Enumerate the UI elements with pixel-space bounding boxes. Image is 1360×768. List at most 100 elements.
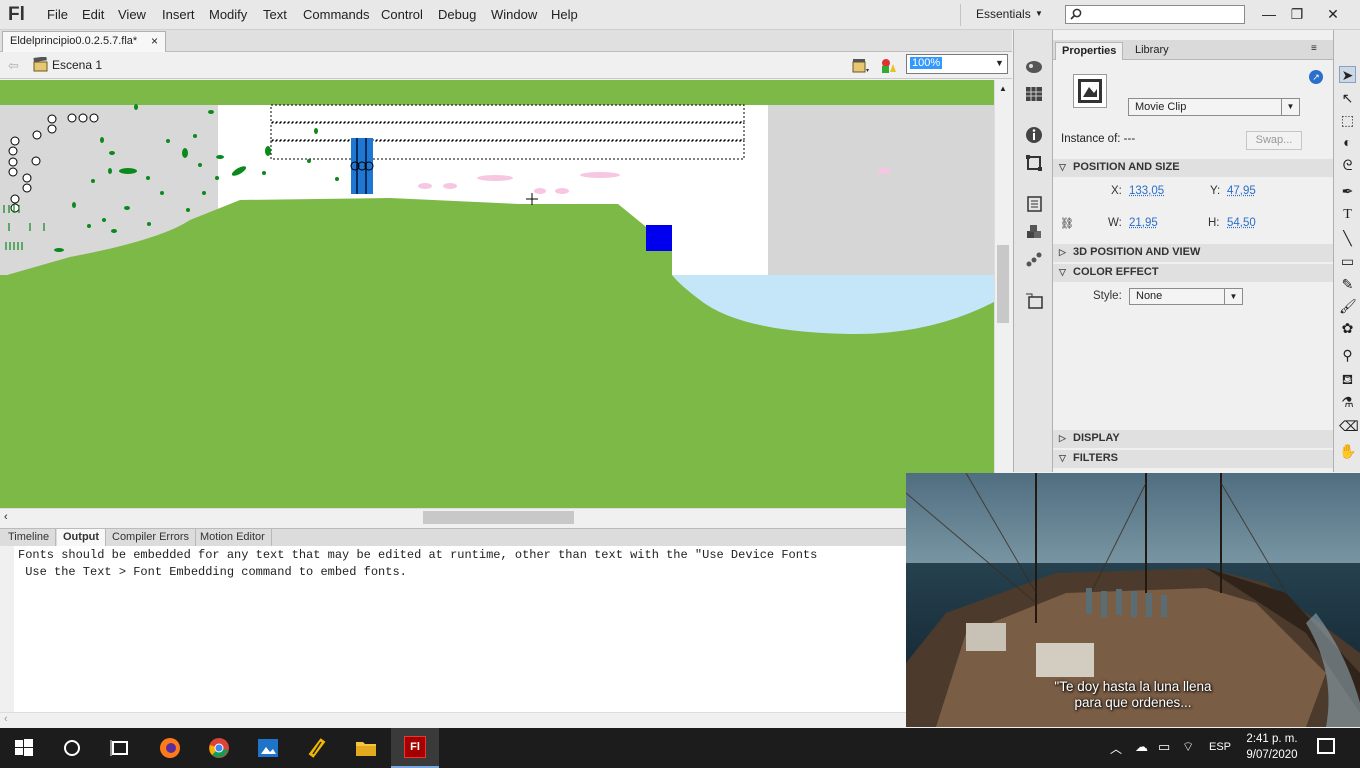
edit-scene-icon[interactable]	[880, 58, 898, 74]
line-tool-icon[interactable]: ╲	[1339, 230, 1356, 247]
project-icon[interactable]	[1025, 292, 1043, 310]
vertical-scroll-thumb[interactable]	[997, 245, 1009, 323]
brush-tool-icon[interactable]: 🖌	[1339, 298, 1357, 315]
section-3d-position[interactable]: ▷ 3D POSITION AND VIEW	[1053, 244, 1333, 262]
output-horizontal-scrollbar[interactable]: ‹	[0, 712, 906, 726]
help-icon[interactable]: ↗	[1309, 70, 1323, 84]
y-value[interactable]: 47,95	[1227, 185, 1256, 197]
network-app-icon[interactable]: ☁	[1135, 739, 1148, 755]
subselection-tool-icon[interactable]: ↖	[1339, 90, 1356, 107]
windows-start-icon[interactable]	[12, 736, 36, 760]
section-filters[interactable]: ▽ FILTERS	[1053, 450, 1333, 468]
scroll-up-icon[interactable]: ▲	[999, 84, 1007, 93]
close-tab-icon[interactable]: ×	[151, 34, 158, 48]
hand-tool-icon[interactable]: ✋	[1339, 443, 1356, 460]
wifi-off-icon[interactable]: ⌔	[1182, 739, 1194, 755]
eraser-tool-icon[interactable]: ⌫	[1339, 418, 1359, 435]
video-player-overlay[interactable]: "Te doy hasta la luna llena para que ord…	[906, 473, 1360, 727]
selected-movie-clip[interactable]	[351, 138, 373, 194]
app-icon[interactable]	[305, 736, 329, 760]
pen-tool-icon[interactable]: ✒	[1339, 183, 1356, 200]
firefox-icon[interactable]	[158, 736, 182, 760]
swatches-icon[interactable]	[1025, 85, 1043, 103]
task-view-icon[interactable]	[108, 736, 132, 760]
help-search-input[interactable]	[1065, 5, 1245, 24]
document-tab-bar: Eldelprincipio0.0.2.5.7.fla* ×	[0, 30, 1012, 52]
stage-canvas[interactable]	[0, 80, 994, 508]
rectangle-tool-icon[interactable]: ▭	[1339, 253, 1356, 270]
scroll-left-icon[interactable]: ‹	[4, 713, 8, 725]
flash-app-icon[interactable]: Fl	[404, 736, 426, 758]
link-icon[interactable]: ⛓	[1060, 217, 1074, 230]
color-icon[interactable]	[1025, 58, 1043, 76]
display-icon[interactable]: ▭	[1158, 739, 1170, 755]
output-panel[interactable]: Fonts should be embedded for any text th…	[0, 546, 906, 712]
components-icon[interactable]	[1025, 223, 1043, 241]
panel-menu-icon[interactable]: ≡	[1311, 43, 1317, 54]
back-arrow-icon[interactable]: ⇦	[8, 58, 19, 74]
file-explorer-icon[interactable]	[354, 736, 378, 760]
chevron-down-icon[interactable]: ▼	[1035, 9, 1043, 18]
symbol-type-dropdown[interactable]: Movie Clip ▼	[1128, 98, 1300, 116]
eyedropper-tool-icon[interactable]: ⚗	[1339, 394, 1356, 411]
actions-icon[interactable]	[1025, 195, 1043, 213]
section-color-effect[interactable]: ▽ COLOR EFFECT	[1053, 264, 1333, 282]
info-icon[interactable]	[1025, 126, 1043, 144]
scroll-left-icon[interactable]: ‹	[4, 511, 8, 523]
restore-button[interactable]: ❐	[1280, 0, 1314, 28]
menu-view[interactable]: View	[118, 7, 146, 22]
paint-bucket-tool-icon[interactable]: ⛾	[1339, 371, 1356, 388]
horizontal-scroll-thumb[interactable]	[423, 511, 574, 524]
menu-control[interactable]: Control	[381, 7, 423, 22]
section-position-size[interactable]: ▽ POSITION AND SIZE	[1053, 159, 1333, 177]
tab-timeline[interactable]: Timeline	[2, 529, 57, 546]
tab-properties[interactable]: Properties	[1055, 42, 1124, 60]
menu-edit[interactable]: Edit	[82, 7, 104, 22]
taskbar-clock[interactable]: 2:41 p. m. 9/07/2020	[1240, 731, 1304, 763]
chevron-down-icon[interactable]: ▼	[995, 58, 1004, 68]
pencil-tool-icon[interactable]: ✎	[1339, 276, 1356, 293]
selection-tool-icon[interactable]: ➤	[1339, 66, 1356, 83]
menu-modify[interactable]: Modify	[209, 7, 247, 22]
language-indicator[interactable]: ESP	[1209, 741, 1231, 753]
lasso-tool-icon[interactable]: ᘓ	[1339, 157, 1356, 174]
swap-button[interactable]: Swap...	[1246, 131, 1302, 150]
tab-library[interactable]: Library	[1129, 42, 1175, 60]
transform-icon[interactable]	[1025, 154, 1043, 172]
menu-commands[interactable]: Commands	[303, 7, 369, 22]
menu-help[interactable]: Help	[551, 7, 578, 22]
document-tab[interactable]: Eldelprincipio0.0.2.5.7.fla* ×	[2, 31, 166, 52]
cortana-search-icon[interactable]	[60, 736, 84, 760]
section-display[interactable]: ▷ DISPLAY	[1053, 430, 1333, 448]
menu-file[interactable]: File	[47, 7, 68, 22]
x-value[interactable]: 133,05	[1129, 185, 1164, 197]
scene-clapper-icon	[33, 57, 48, 72]
close-button[interactable]: ✕	[1316, 0, 1350, 28]
tools-panel: ➤ ↖ ⬚ ◐ ᘓ ✒ T ╲ ▭ ✎ 🖌 ✿ ⚲ ⛾ ⚗ ⌫ ✋	[1333, 30, 1360, 472]
chevron-up-icon[interactable]: ︿	[1110, 740, 1122, 757]
notifications-icon[interactable]	[1317, 738, 1335, 754]
h-value[interactable]: 54,50	[1227, 217, 1256, 229]
3d-rotation-tool-icon[interactable]: ◐	[1339, 134, 1356, 151]
menu-text[interactable]: Text	[263, 7, 287, 22]
w-value[interactable]: 21,95	[1129, 217, 1158, 229]
chrome-icon[interactable]	[207, 736, 231, 760]
free-transform-tool-icon[interactable]: ⬚	[1339, 112, 1356, 129]
menu-debug[interactable]: Debug	[438, 7, 476, 22]
deco-tool-icon[interactable]: ✿	[1339, 320, 1356, 337]
tab-compiler-errors[interactable]: Compiler Errors	[106, 529, 197, 546]
stage-artwork[interactable]	[0, 80, 994, 508]
tab-output[interactable]: Output	[57, 529, 107, 546]
text-tool-icon[interactable]: T	[1339, 206, 1356, 223]
zoom-select[interactable]: 100% ▼	[906, 54, 1008, 74]
workspace-switcher[interactable]: Essentials	[976, 7, 1031, 21]
edit-symbols-icon[interactable]	[852, 58, 870, 74]
tab-motion-editor[interactable]: Motion Editor	[194, 529, 272, 546]
color-style-dropdown[interactable]: None ▼	[1129, 288, 1243, 305]
photos-app-icon[interactable]	[256, 736, 280, 760]
motion-presets-icon[interactable]	[1025, 251, 1043, 269]
bone-tool-icon[interactable]: ⚲	[1339, 347, 1356, 364]
blue-square[interactable]	[646, 225, 672, 251]
menu-insert[interactable]: Insert	[162, 7, 195, 22]
menu-window[interactable]: Window	[491, 7, 537, 22]
